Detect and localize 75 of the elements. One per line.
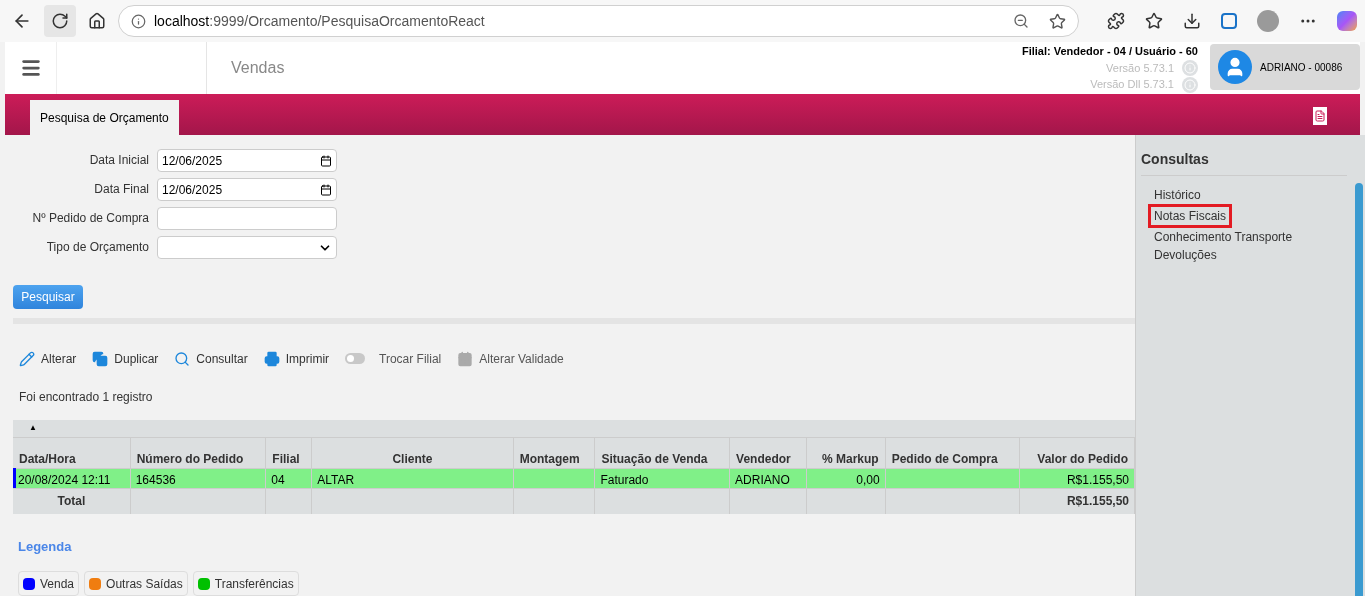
document-icon[interactable]	[1313, 107, 1327, 125]
calendar-icon[interactable]	[320, 154, 332, 167]
action-icon	[174, 350, 191, 367]
legend-item: Transferências	[192, 571, 299, 596]
table-cell: 20/08/2024 12:11	[13, 467, 131, 488]
column-header[interactable]: Pedido de Compra	[885, 437, 1021, 468]
zoom-out-icon[interactable]	[1013, 13, 1029, 29]
sidebar-link[interactable]: Devoluções	[1154, 246, 1217, 264]
reload-button[interactable]	[44, 5, 76, 37]
column-header[interactable]: % Markup	[806, 437, 886, 468]
column-header[interactable]: Vendedor	[730, 437, 807, 468]
table-cell: 164536	[130, 467, 267, 488]
total-value: R$1.155,50	[1066, 493, 1129, 510]
action-icon	[263, 350, 280, 367]
action-button[interactable]: Duplicar	[92, 349, 159, 368]
version-text: Versão Dll 5.73.1	[1090, 77, 1174, 93]
browser-essentials-icon[interactable]	[1221, 13, 1237, 29]
result-count: Foi encontrado 1 registro	[19, 388, 154, 406]
action-button[interactable]: Consultar	[174, 349, 248, 368]
date-field[interactable]: 12/06/2025	[157, 178, 337, 201]
sort-arrow-icon[interactable]: ▲	[29, 422, 37, 434]
version-text: Versão 5.73.1	[1106, 60, 1174, 76]
legend-item: Outras Saídas	[84, 571, 188, 596]
column-header[interactable]: Número do Pedido	[130, 437, 267, 468]
table-cell: ALTAR	[312, 467, 514, 488]
scrollbar[interactable]	[1355, 183, 1363, 596]
sidebar-link[interactable]: Conhecimento Transporte	[1154, 228, 1293, 246]
table-cell: 04	[266, 467, 313, 488]
info-icon	[131, 13, 146, 29]
table-cell: ADRIANO	[730, 467, 807, 488]
module-title: Vendas	[231, 58, 285, 78]
branch-info: Filial: Vendedor - 04 / Usuário - 60	[1021, 44, 1198, 60]
action-button[interactable]: Imprimir	[263, 349, 330, 368]
tab[interactable]: Pesquisa de Orçamento	[30, 100, 179, 135]
extensions-icon[interactable]	[1107, 12, 1125, 30]
reload-icon[interactable]	[51, 12, 69, 30]
column-header[interactable]: Montagem	[513, 437, 596, 468]
user-panel[interactable]: ADRIANO - 00086	[1210, 44, 1360, 90]
column-header[interactable]: Filial	[266, 437, 313, 468]
action-icon	[457, 350, 474, 367]
table-row[interactable]: 20/08/2024 12:11 164536 04 ALTAR Faturado ADRIANO 0,00 R$1.155,50	[13, 467, 1135, 488]
select-field[interactable]	[157, 236, 337, 259]
column-header[interactable]: Data/Hora	[13, 437, 131, 468]
action-button[interactable]: Alterar	[19, 349, 77, 368]
profile-icon[interactable]	[1257, 10, 1279, 32]
download-icon[interactable]	[1183, 12, 1201, 30]
url-text: localhost:9999/Orcamento/PesquisaOrcamentoReact	[154, 11, 486, 31]
menu-icon[interactable]	[19, 57, 42, 79]
total-label: Total	[57, 493, 86, 510]
home-icon[interactable]	[88, 12, 106, 30]
field-label: Tipo de Orçamento	[45, 239, 150, 256]
field-label: Nº Pedido de Compra	[31, 210, 150, 227]
address-bar[interactable]: localhost:9999/Orcamento/PesquisaOrcamentoReact	[118, 5, 1079, 37]
sidebar-link[interactable]: Notas Fiscais	[1148, 204, 1233, 228]
legend-title: Legenda	[18, 537, 73, 556]
star-icon[interactable]	[1049, 12, 1066, 30]
column-header[interactable]: Cliente	[312, 437, 514, 468]
copilot-icon[interactable]	[1337, 11, 1357, 31]
sidebar-title: Consultas	[1141, 149, 1347, 176]
field-label: Data Inicial	[88, 152, 150, 169]
table-cell: 0,00	[806, 467, 886, 488]
favorites-icon[interactable]	[1145, 12, 1163, 30]
input-field[interactable]	[157, 207, 337, 230]
toggle-icon	[345, 353, 366, 364]
column-header[interactable]: Situação de Venda	[595, 437, 731, 468]
sidebar-link[interactable]: Histórico	[1154, 186, 1201, 204]
field-label: Data Final	[93, 181, 150, 198]
action-icon	[92, 350, 109, 367]
date-field[interactable]: 12/06/2025	[157, 149, 337, 172]
action-icon	[19, 350, 35, 367]
table-cell: Faturado	[595, 467, 731, 488]
avatar-icon	[1218, 50, 1252, 84]
user-name: ADRIANO - 00086	[1260, 60, 1343, 75]
legend-item: Venda	[18, 571, 80, 596]
calendar-icon[interactable]	[320, 183, 332, 196]
